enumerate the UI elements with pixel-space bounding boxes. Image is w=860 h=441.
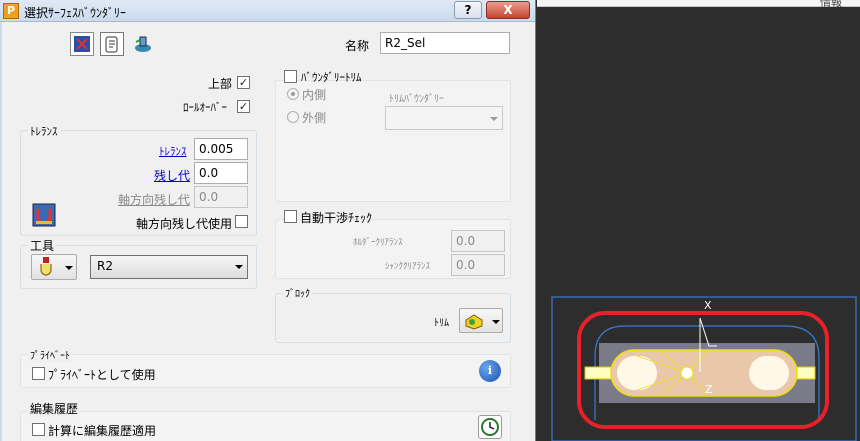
private-checkbox[interactable] — [32, 367, 45, 380]
z-axis-label: Z — [705, 383, 713, 396]
tolerance-link[interactable]: ﾄﾚﾗﾝｽ — [159, 143, 187, 159]
axial-stock-label: 軸方向残し代 — [118, 193, 191, 207]
model-view — [551, 296, 857, 441]
use-axial-stock-checkbox[interactable] — [235, 215, 248, 228]
graphics-viewport[interactable]: 情報 X Z — [537, 0, 860, 441]
tolerance-group-title: ﾄﾚﾗﾝｽ — [28, 123, 60, 139]
x-axis-label: X — [704, 299, 712, 312]
window-title: 選択ｻｰﾌｪｽﾊﾞｳﾝﾀﾞﾘｰ — [24, 6, 127, 20]
collision-checkbox[interactable] — [284, 210, 297, 223]
shank-clearance-input[interactable]: 0.0 — [451, 254, 505, 276]
rolloff-label: ﾛｰﾙｵｰﾊﾞｰ — [183, 101, 227, 114]
block-trim-chevron-icon — [492, 320, 500, 324]
boundary-trim-title: ﾊﾞｳﾝﾀﾞﾘｰﾄﾘﾑ — [301, 71, 362, 84]
boundary-trim-checkbox[interactable] — [284, 70, 297, 83]
outside-label: 外側 — [302, 111, 327, 125]
rolloff-checkbox[interactable]: ✓ — [237, 100, 250, 113]
shank-clearance-label: ｼｬﾝｸｸﾘｱﾗﾝｽ — [385, 262, 431, 272]
holder-clearance-input[interactable]: 0.0 — [451, 230, 505, 252]
inside-label: 内側 — [302, 88, 327, 102]
tool-type-dropdown[interactable] — [31, 254, 77, 280]
name-input[interactable]: R2_Sel — [380, 32, 510, 54]
history-checkbox[interactable] — [32, 423, 45, 436]
inside-radio[interactable] — [287, 88, 299, 100]
info-icon[interactable]: i — [479, 360, 501, 382]
tool-type-chevron-icon — [65, 266, 73, 270]
tool-select-value: R2 — [97, 259, 113, 273]
tool-group-title: 工具 — [28, 237, 57, 254]
top-label: 上部 — [208, 77, 233, 91]
stock-link[interactable]: 残し代 — [154, 167, 190, 184]
trim-boundary-chevron-icon — [490, 117, 498, 121]
stock-input[interactable]: 0.0 — [194, 162, 248, 184]
private-group-title: ﾌﾟﾗｲﾍﾞｰﾄ — [28, 347, 72, 362]
tool-shape-icon[interactable] — [32, 203, 56, 227]
boundary-dialog: P 選択ｻｰﾌｪｽﾊﾞｳﾝﾀﾞﾘｰ ? X 名称 R2_Sel 上部 ✓ ﾛｰﾙ… — [0, 0, 536, 441]
boundary-select-icon[interactable] — [70, 32, 94, 56]
dialog-body: 名称 R2_Sel 上部 ✓ ﾛｰﾙｵｰﾊﾞｰ ✓ ﾄﾚﾗﾝｽ ﾄﾚﾗﾝｽ 0.… — [0, 22, 535, 441]
tool-select[interactable]: R2 — [90, 255, 248, 279]
tolerance-input[interactable]: 0.005 — [194, 138, 248, 160]
name-label: 名称 — [345, 39, 370, 53]
history-clock-icon[interactable] — [478, 415, 502, 439]
use-axial-stock-label: 軸方向残し代使用 — [136, 217, 233, 231]
trim-boundary-label: ﾄﾘﾑﾊﾞｳﾝﾀﾞﾘｰ — [389, 94, 444, 105]
axial-stock-input[interactable]: 0.0 — [194, 186, 248, 208]
block-trim-label: ﾄﾘﾑ — [434, 318, 449, 329]
top-checkbox[interactable]: ✓ — [237, 76, 250, 89]
tool-transfer-icon[interactable] — [132, 33, 154, 55]
block-group-title: ﾌﾞﾛｯｸ — [283, 285, 312, 300]
close-button[interactable]: X — [486, 1, 530, 19]
outside-radio[interactable] — [287, 111, 299, 123]
app-icon: P — [3, 3, 19, 19]
surface-edit-icon[interactable] — [100, 32, 124, 56]
private-label: ﾌﾟﾗｲﾍﾞｰﾄとして使用 — [48, 368, 156, 382]
title-bar[interactable]: P 選択ｻｰﾌｪｽﾊﾞｳﾝﾀﾞﾘｰ ? X — [0, 0, 535, 22]
history-group-title: 編集履歴 — [28, 400, 81, 417]
holder-clearance-label: ﾎﾙﾀﾞｰｸﾘｱﾗﾝｽ — [353, 238, 403, 248]
help-button[interactable]: ? — [454, 1, 482, 19]
trim-boundary-select[interactable] — [385, 106, 503, 130]
block-trim-dropdown[interactable] — [459, 308, 503, 333]
tool-select-chevron-icon — [235, 265, 243, 269]
collision-title: 自動干渉ﾁｪｯｸ — [300, 211, 373, 225]
block-trim-icon — [465, 314, 483, 330]
history-label: 計算に編集履歴適用 — [48, 424, 157, 438]
